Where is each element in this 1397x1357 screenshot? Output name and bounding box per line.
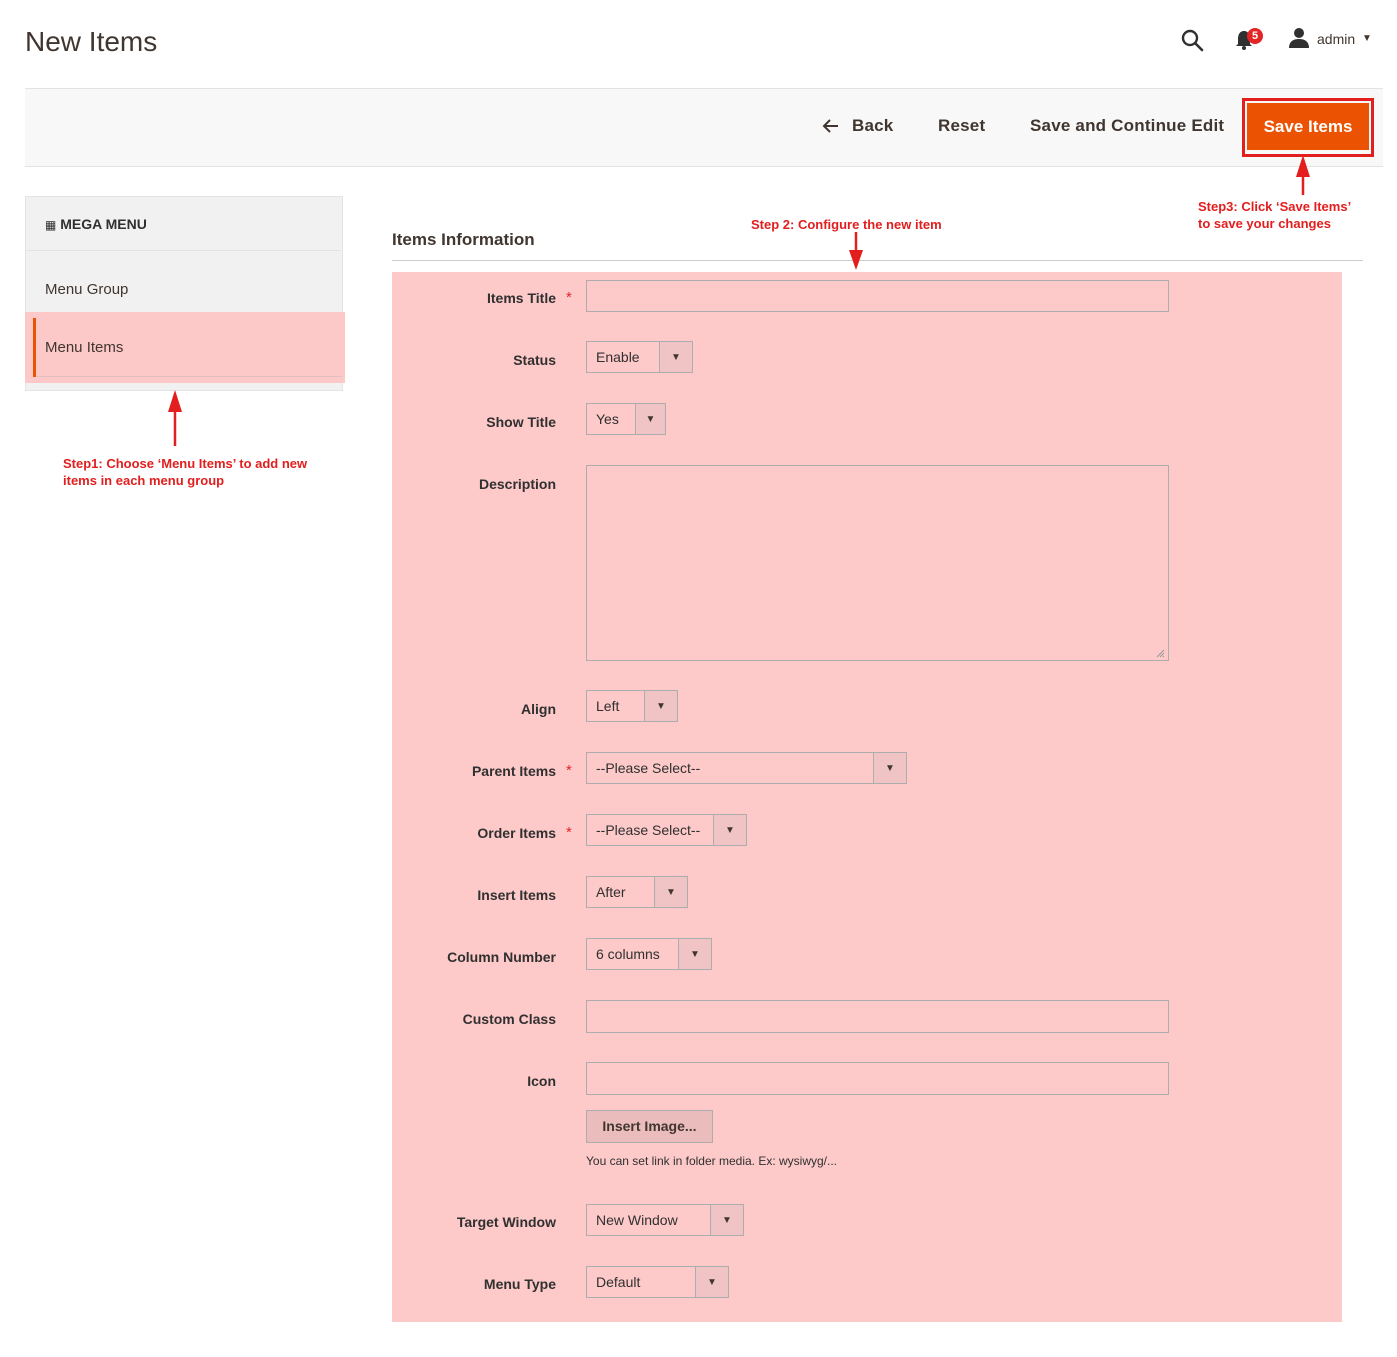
step3-annotation: Step3: Click ‘Save Items’ to save your c… [1198,198,1351,232]
step3-line1: Step3: Click ‘Save Items’ [1198,199,1352,214]
insert-image-button[interactable]: Insert Image... [586,1110,713,1143]
sidebar-item-menu-group[interactable]: Menu Group [45,281,128,298]
caret-down-icon[interactable]: ▼ [1362,33,1372,44]
sidebar-divider [36,376,342,377]
show-title-value: Yes [596,411,619,427]
section-divider [392,260,1363,261]
column-number-value: 6 columns [596,946,660,962]
chevron-down-icon[interactable]: ▼ [654,877,687,907]
sidebar-title-label: MEGA MENU [60,216,147,232]
order-items-select[interactable]: --Please Select-- ▼ [586,814,747,846]
required-marker: * [566,762,572,779]
step1-annotation: Step1: Choose ‘Menu Items’ to add new it… [63,455,307,489]
status-select[interactable]: Enable ▼ [586,341,693,373]
status-label: Status [513,352,556,368]
parent-items-select[interactable]: --Please Select-- ▼ [586,752,907,784]
order-items-value: --Please Select-- [596,822,701,838]
step3-line2: to save your changes [1198,216,1331,231]
order-items-label: Order Items [477,825,556,841]
step1-arrow-icon [168,390,182,446]
target-window-value: New Window [596,1212,678,1228]
column-number-label: Column Number [447,949,556,965]
menu-type-label: Menu Type [483,1276,556,1292]
save-and-continue-button[interactable]: Save and Continue Edit [1030,116,1224,136]
step1-line1: Step1: Choose ‘Menu Items’ to add new [63,456,308,471]
align-label: Align [521,701,556,717]
user-name[interactable]: admin [1317,31,1355,47]
arrow-left-icon[interactable] [822,117,840,135]
show-title-select[interactable]: Yes ▼ [586,403,666,435]
insert-items-value: After [596,884,626,900]
step2-arrow-icon [849,232,863,270]
column-number-select[interactable]: 6 columns ▼ [586,938,712,970]
step1-line2: items in each menu group [63,473,225,488]
chevron-down-icon[interactable]: ▼ [695,1267,728,1297]
target-window-label: Target Window [456,1214,556,1230]
grid-icon: ▦ [45,218,57,232]
menu-type-value: Default [596,1274,641,1290]
parent-items-label: Parent Items [471,763,556,779]
search-icon[interactable] [1180,28,1204,52]
notification-badge[interactable]: 5 [1247,28,1263,44]
chevron-down-icon[interactable]: ▼ [873,753,906,783]
parent-items-value: --Please Select-- [596,760,701,776]
status-value: Enable [596,349,640,365]
items-title-label: Items Title [487,290,556,306]
required-marker: * [566,289,572,306]
align-value: Left [596,698,620,714]
required-marker: * [566,824,572,841]
show-title-label: Show Title [486,414,556,430]
resize-handle-icon[interactable] [1155,648,1165,658]
sidebar-item-menu-items[interactable]: Menu Items [45,339,123,356]
chevron-down-icon[interactable]: ▼ [659,342,692,372]
chevron-down-icon[interactable]: ▼ [713,815,746,845]
chevron-down-icon[interactable]: ▼ [710,1205,743,1235]
reset-button[interactable]: Reset [938,116,985,136]
icon-label: Icon [527,1073,556,1089]
chevron-down-icon[interactable]: ▼ [644,691,677,721]
insert-items-select[interactable]: After ▼ [586,876,688,908]
save-items-button[interactable]: Save Items [1247,103,1369,150]
align-select[interactable]: Left ▼ [586,690,678,722]
step3-arrow-icon [1296,155,1310,195]
icon-note: You can set link in folder media. Ex: wy… [586,1154,838,1168]
sidebar-title: ▦ MEGA MENU [45,216,147,232]
icon-input[interactable] [586,1062,1169,1095]
sidebar-divider [26,250,341,251]
back-button[interactable]: Back [852,116,893,136]
custom-class-label: Custom Class [462,1011,556,1027]
chevron-down-icon[interactable]: ▼ [678,939,711,969]
description-textarea[interactable] [586,465,1169,661]
section-title: Items Information [392,230,535,249]
chevron-down-icon[interactable]: ▼ [635,404,665,434]
page-title: New Items [25,26,158,57]
menu-type-select[interactable]: Default ▼ [586,1266,729,1298]
insert-items-label: Insert Items [477,887,556,903]
target-window-select[interactable]: New Window ▼ [586,1204,744,1236]
custom-class-input[interactable] [586,1000,1169,1033]
sidebar-active-indicator [33,318,36,377]
items-title-input[interactable] [586,280,1169,312]
user-icon[interactable] [1288,27,1310,49]
description-label: Description [478,476,556,492]
